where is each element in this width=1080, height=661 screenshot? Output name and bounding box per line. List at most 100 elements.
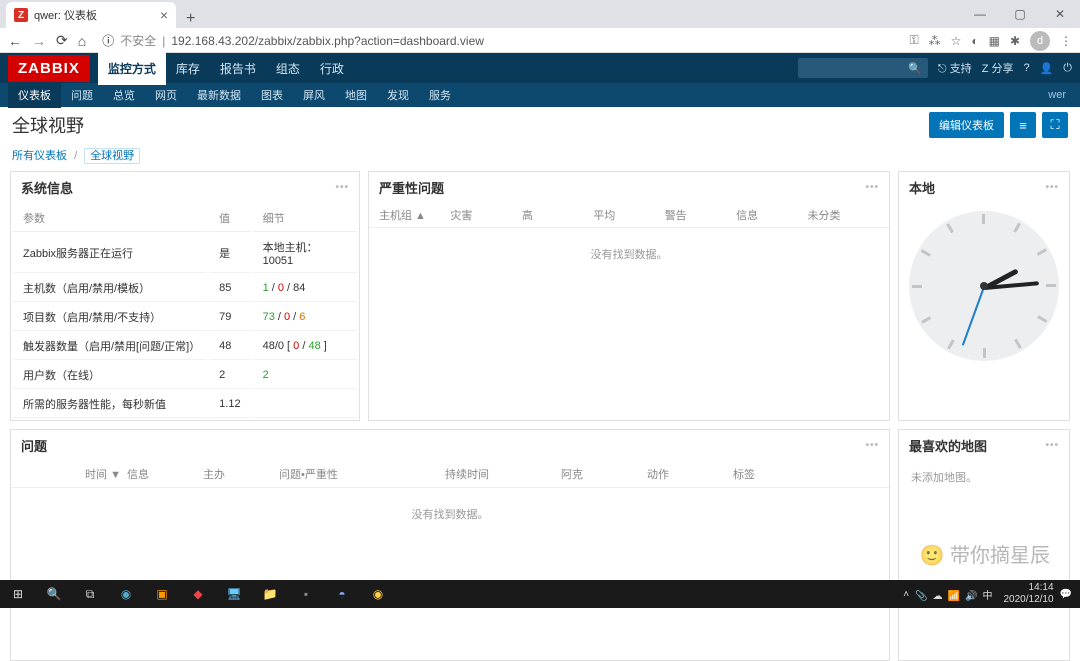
widget-menu-icon[interactable]: •••	[865, 182, 879, 193]
col-header: 主机组 ▲	[379, 207, 450, 223]
breadcrumb-all-dashboards[interactable]: 所有仪表板	[12, 150, 67, 162]
search-icon: 🔍	[908, 62, 922, 75]
table-row: 所需的服务器性能，每秒新值1.12	[13, 391, 357, 418]
col-header: 灾害	[450, 207, 521, 223]
col-header[interactable]: 动作	[647, 466, 727, 482]
widget-menu-icon[interactable]: •••	[865, 440, 879, 451]
back-button[interactable]: ←	[8, 33, 22, 49]
main-nav-item[interactable]: 库存	[166, 52, 210, 85]
col-header[interactable]: 信息	[127, 466, 197, 482]
widget-menu-icon[interactable]: •••	[1045, 182, 1059, 193]
widget-title: 最喜欢的地图	[909, 436, 987, 455]
sub-nav-item[interactable]: 图表	[251, 82, 293, 108]
folder-icon[interactable]: 📁	[252, 580, 288, 608]
col-header: 高	[522, 207, 593, 223]
sub-nav-item[interactable]: 总览	[103, 82, 145, 108]
table-row: 用户数（在线）22	[13, 362, 357, 389]
search-button[interactable]: 🔍	[36, 580, 72, 608]
windows-taskbar: ⊞ 🔍 ⧉ ◉ ▣ ◆ 🖥 📁 ▪ ◓ ◉ ˄ 📎 ☁ 📶 🔊 中 14:14 2020…	[0, 580, 1080, 608]
col-header[interactable]: 主办	[203, 466, 273, 482]
logout-icon[interactable]: ⏻	[1063, 62, 1072, 75]
address-bar: ← → ⟳ ⌂ ⓘ 不安全 | 192.168.43.202/zabbix/za…	[0, 28, 1080, 53]
current-user[interactable]: wer	[1048, 89, 1072, 101]
sub-nav-item[interactable]: 仪表板	[8, 82, 61, 108]
notifications-icon[interactable]: 💬	[1060, 589, 1072, 600]
help-icon[interactable]: ?	[1023, 62, 1029, 74]
clock[interactable]: 14:14 2020/12/10	[1003, 582, 1053, 606]
url-text: 192.168.43.202/zabbix/zabbix.php?action=…	[171, 34, 484, 48]
forward-button[interactable]: →	[32, 33, 46, 49]
main-nav-item[interactable]: 组态	[266, 52, 310, 85]
list-button[interactable]: ≡	[1010, 112, 1036, 138]
col-header: 参数	[13, 205, 207, 232]
reload-button[interactable]: ⟳	[56, 32, 68, 49]
widget-menu-icon[interactable]: •••	[335, 182, 349, 193]
task-view-button[interactable]: ⧉	[72, 580, 108, 608]
sub-nav-item[interactable]: 屏风	[293, 82, 335, 108]
tray-icon[interactable]: 中	[982, 591, 992, 602]
browser-tab[interactable]: Z qwer: 仪表板 ×	[6, 2, 176, 28]
monitor-icon[interactable]: 🖥	[216, 580, 252, 608]
chrome-icon[interactable]: ◉	[360, 580, 396, 608]
chevron-up-icon[interactable]: ˄	[903, 589, 909, 600]
col-header[interactable]: 问题•严重性	[279, 466, 439, 482]
app-icon[interactable]: ◓	[324, 580, 360, 608]
edge-icon[interactable]: ◉	[108, 580, 144, 608]
close-icon[interactable]: ×	[160, 7, 168, 23]
home-button[interactable]: ⌂	[78, 33, 86, 49]
col-header[interactable]: 阿克	[561, 466, 641, 482]
menu-icon[interactable]: ⋮	[1060, 34, 1072, 48]
sub-nav-item[interactable]: 地图	[335, 82, 377, 108]
app-icon[interactable]: ◆	[180, 580, 216, 608]
star-icon[interactable]: ☆	[951, 34, 962, 48]
tray-icon[interactable]: ☁	[933, 591, 943, 602]
ext1-icon[interactable]: ◐	[971, 34, 978, 48]
support-link[interactable]: ⎋ 支持	[938, 60, 972, 76]
col-header[interactable]: 时间 ▼	[21, 466, 121, 482]
widget-menu-icon[interactable]: •••	[1045, 440, 1059, 451]
no-data-text: 没有找到数据。	[369, 228, 889, 280]
start-button[interactable]: ⊞	[0, 580, 36, 608]
widget-severity-problems: 严重性问题••• 主机组 ▲灾害高平均警告信息未分类 没有找到数据。	[368, 171, 890, 421]
col-header[interactable]: 持续时间	[445, 466, 555, 482]
col-header: 平均	[593, 207, 664, 223]
new-tab-button[interactable]: +	[176, 10, 205, 28]
table-row: 主机数（启用/禁用/模板）851 / 0 / 84	[13, 275, 357, 302]
close-window-button[interactable]: ✕	[1040, 0, 1080, 28]
sub-nav-item[interactable]: 服务	[419, 82, 461, 108]
terminal-icon[interactable]: ▪	[288, 580, 324, 608]
minimize-button[interactable]: —	[960, 0, 1000, 28]
edit-dashboard-button[interactable]: 编辑仪表板	[929, 112, 1004, 138]
sub-nav-item[interactable]: 最新数据	[187, 82, 251, 108]
col-header[interactable]: 标签	[733, 466, 793, 482]
user-icon[interactable]: 👤	[1040, 62, 1054, 75]
maximize-button[interactable]: ▢	[1000, 0, 1040, 28]
ext2-icon[interactable]: ▦	[989, 34, 1000, 48]
tray-icon[interactable]: 📶	[948, 591, 960, 602]
toolbar-icons: ⚿ ⁂ ☆ ◐ ▦ ✱ d ⋮	[909, 31, 1072, 51]
tray-icon[interactable]: 📎	[915, 591, 927, 602]
url-box[interactable]: ⓘ 不安全 | 192.168.43.202/zabbix/zabbix.php…	[96, 30, 899, 52]
sub-nav-item[interactable]: 网页	[145, 82, 187, 108]
page-header: 全球视野 编辑仪表板 ≡ ⛶	[0, 107, 1080, 143]
zabbix-logo[interactable]: ZABBIX	[8, 55, 90, 82]
ext3-icon[interactable]: ✱	[1010, 34, 1020, 48]
main-nav-item[interactable]: 行政	[310, 52, 354, 85]
translate-icon[interactable]: ⁂	[929, 34, 941, 48]
col-header: 值	[209, 205, 250, 232]
tray-icon[interactable]: 🔊	[965, 591, 977, 602]
avatar[interactable]: d	[1030, 31, 1050, 51]
col-header: 信息	[736, 207, 807, 223]
main-nav-item[interactable]: 报告书	[210, 52, 266, 85]
share-link[interactable]: Z 分享	[982, 60, 1014, 76]
no-data-text: 没有找到数据。	[11, 488, 889, 540]
main-nav-item[interactable]: 监控方式	[98, 52, 166, 85]
sub-nav-item[interactable]: 发现	[377, 82, 419, 108]
page-title: 全球视野	[12, 112, 84, 138]
search-input[interactable]: 🔍	[798, 58, 928, 78]
key-icon[interactable]: ⚿	[909, 33, 918, 48]
breadcrumb-current: 全球视野	[84, 148, 140, 164]
sub-nav-item[interactable]: 问题	[61, 82, 103, 108]
fullscreen-button[interactable]: ⛶	[1042, 112, 1068, 138]
vm-icon[interactable]: ▣	[144, 580, 180, 608]
